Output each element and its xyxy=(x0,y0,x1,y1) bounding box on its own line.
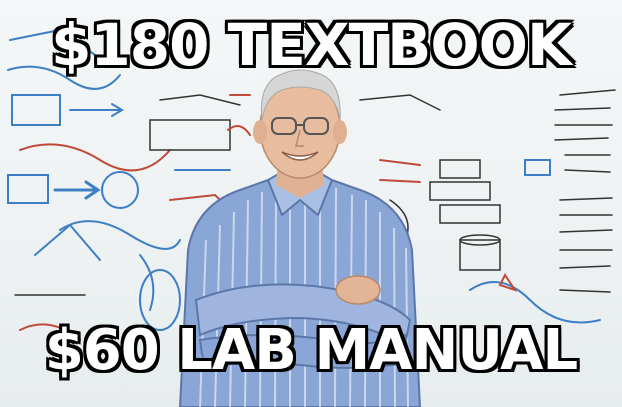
meme-top-caption: $180 TEXTBOOK xyxy=(51,11,572,79)
meme-bottom-caption: $60 LAB MANUAL xyxy=(44,318,578,383)
meme-image: $180 TEXTBOOK $60 LAB MANUAL xyxy=(0,0,622,407)
